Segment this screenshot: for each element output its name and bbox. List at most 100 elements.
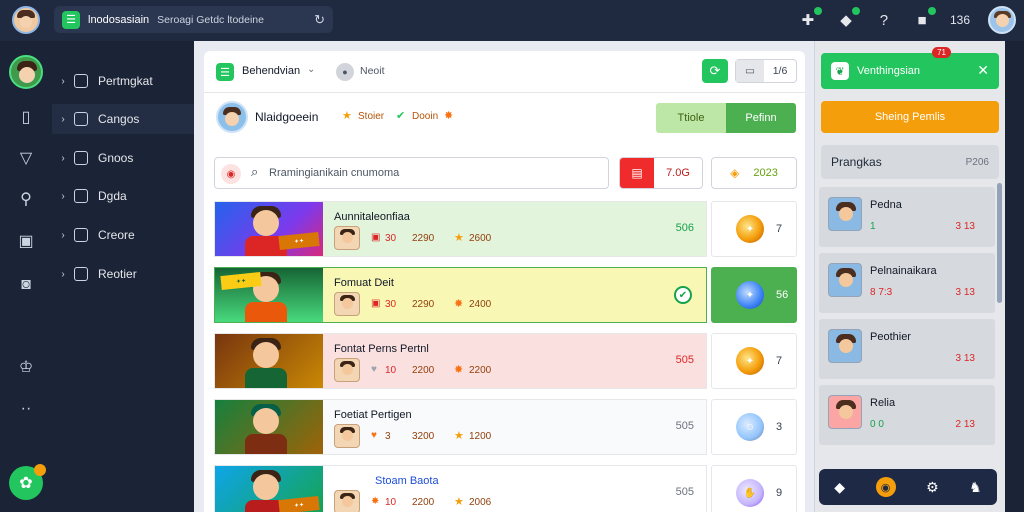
notification-icon[interactable]: ■	[912, 7, 936, 30]
profile-avatar[interactable]	[988, 6, 1016, 34]
side-value: 7	[776, 223, 783, 235]
gear-icon[interactable]: ⚙	[926, 479, 939, 496]
nav-label: Cangos	[98, 112, 140, 126]
profile-avatar[interactable]	[216, 101, 248, 133]
nav-item-dgda[interactable]: › Dgda	[52, 181, 194, 211]
brand-icon: ◉	[221, 164, 241, 184]
mini-avatar	[334, 424, 360, 448]
app-logo-icon[interactable]: ✿	[9, 464, 46, 500]
tab-pefinn[interactable]: Pefinn	[726, 103, 796, 133]
orb-icon: ✦	[736, 281, 764, 309]
row-stat3: 2200	[469, 365, 492, 376]
row-stat1: 10	[385, 365, 397, 376]
nav-item-cangos[interactable]: › Cangos	[52, 104, 194, 134]
star-icon: ✸	[454, 364, 464, 376]
status-label: Neoit	[360, 65, 385, 77]
row-title: Foetiat Pertigen	[334, 409, 412, 421]
coins-control[interactable]: ◈ 2023	[711, 157, 797, 189]
list-icon[interactable]: ☰	[216, 63, 234, 81]
row-side-badge[interactable]: ✦ 7	[711, 201, 797, 257]
trophy-icon[interactable]: ♔	[14, 355, 38, 379]
rail-avatar[interactable]	[9, 55, 43, 89]
chat-icon[interactable]: ◆	[836, 7, 860, 30]
nav-item-gnoos[interactable]: › Gnoos	[52, 143, 194, 173]
friend-item[interactable]: Pelnainaikara 8 7:3 3 13	[819, 253, 995, 313]
list-item[interactable]: ✦✦ Stoam Baota ✸ 10 2200 ★ 2006 505	[214, 465, 707, 512]
gamepad-icon[interactable]: ▣	[14, 229, 38, 253]
help-icon[interactable]: ?	[874, 10, 894, 30]
list-item[interactable]: Fontat Perns Pertnl ♥ 10 2200 ✸ 2200 505	[214, 333, 707, 389]
rank-icon: ▣	[371, 298, 381, 309]
icon-rail: ▯ ▽ ⚲ ▣ ◙ ♔ ·· ✿	[0, 41, 52, 512]
list-item[interactable]: ✦✦ Aunnitaleonfiaa ▣ 30 2290 ★ 2600 506	[214, 201, 707, 257]
list-item[interactable]: ✦✦ Fomuat Deit ▣ 30 2290 ✸ 2400 ✔	[214, 267, 707, 323]
row-side-badge[interactable]: ☺ 3	[711, 399, 797, 455]
chevron-right-icon: ›	[61, 113, 65, 125]
coin-icon[interactable]: ◉	[875, 477, 896, 497]
search-input[interactable]: Rramingianikain cnumoma	[269, 167, 399, 179]
search-box[interactable]: ◉ ⌕ Rramingianikain cnumoma	[214, 157, 609, 189]
group-icon[interactable]: ♞	[969, 479, 982, 496]
shield-icon[interactable]: ◆	[834, 479, 845, 496]
row-stat2: 2200	[412, 365, 435, 376]
sync-button[interactable]: ⟳	[702, 59, 728, 83]
filter-icon[interactable]: ▤	[620, 158, 654, 188]
menu-icon[interactable]: ☰	[62, 10, 80, 29]
row-stat2: 2200	[412, 497, 435, 508]
scrollbar[interactable]	[997, 183, 1002, 303]
friend-item[interactable]: Pedna 1 3 13	[819, 187, 995, 247]
row-stat1: 30	[385, 299, 397, 310]
row-side-badge[interactable]: ✦ 56	[711, 267, 797, 323]
profile-bar: Nlaidgoeein ★ Stoier ✔ Dooin ✸ Ttiole Pe…	[204, 93, 805, 145]
heart-icon: ♥	[371, 364, 377, 375]
row-title: Fomuat Deit	[334, 277, 394, 289]
nav-item-reotier[interactable]: › Reotier	[52, 259, 194, 289]
row-title: Fontat Perns Pertnl	[334, 343, 429, 355]
bag-icon[interactable]: ◙	[14, 273, 38, 297]
chevron-right-icon: ›	[61, 152, 65, 164]
game-thumbnail: ✦✦	[215, 268, 323, 322]
page-control[interactable]: ▭ 1/6	[735, 59, 797, 83]
filter-control[interactable]: ▤ 7.0G	[619, 157, 703, 189]
friend-avatar	[828, 329, 862, 363]
list-item[interactable]: Foetiat Pertigen ♥ 3 3200 ★ 1200 505	[214, 399, 707, 455]
friend-avatar	[828, 395, 862, 429]
rank-icon: ▣	[371, 232, 381, 243]
notification-badge: 71	[932, 47, 951, 58]
profile-name: Nlaidgoeein	[255, 110, 319, 124]
row-stat3: 2400	[469, 299, 492, 310]
nav-label: Dgda	[98, 189, 127, 203]
nav-icon	[74, 228, 88, 242]
row-side-badge[interactable]: ✋ 9	[711, 465, 797, 512]
friend-item[interactable]: Peothier 3 13	[819, 319, 995, 379]
coin-icon: ◈	[730, 166, 740, 180]
close-icon[interactable]: ✕	[977, 62, 989, 79]
user-avatar[interactable]	[12, 6, 40, 34]
star-icon: ✸	[371, 496, 380, 507]
address-title: lnodosasiain	[88, 13, 150, 26]
gift-icon[interactable]: ✚	[798, 7, 822, 30]
tab-ttiole[interactable]: Ttiole	[656, 103, 726, 133]
chevron-right-icon: ›	[61, 75, 65, 87]
star-icon: ★	[342, 110, 352, 122]
chevron-down-icon[interactable]: ⌄	[307, 64, 315, 75]
page-icon[interactable]: ▭	[736, 60, 764, 82]
search-icon[interactable]: ⚲	[14, 187, 38, 211]
check-icon[interactable]: ✔	[674, 286, 692, 304]
address-bar[interactable]: ☰ lnodosasiain Seroagi Getdc ltodeine ↻	[54, 6, 333, 33]
friend-name: Peothier	[870, 331, 911, 343]
orange-action-button[interactable]: Sheing Pemlis	[821, 101, 999, 133]
reload-icon[interactable]: ↻	[314, 12, 325, 28]
clipboard-icon[interactable]: ▯	[14, 105, 38, 129]
subheader-value: P206	[965, 156, 989, 168]
shield-icon[interactable]: ▽	[14, 146, 38, 170]
friend-item[interactable]: Relia 0 0 2 13	[819, 385, 995, 445]
page-value: 1/6	[772, 65, 788, 77]
more-icon[interactable]: ··	[14, 397, 38, 421]
nav-item-creore[interactable]: › Creore	[52, 220, 194, 250]
chevron-right-icon: ›	[61, 229, 65, 241]
nav-item-pertmgkat[interactable]: › Pertmgkat	[52, 66, 194, 96]
row-side-badge[interactable]: ✦ 7	[711, 333, 797, 389]
status-icon[interactable]: ●	[336, 63, 354, 81]
stat2-label: Dooin	[412, 111, 439, 122]
